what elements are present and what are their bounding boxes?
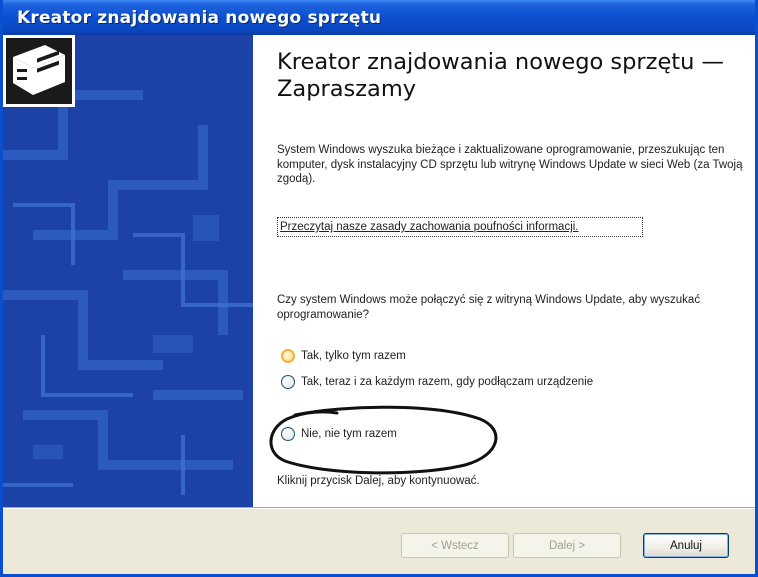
privacy-link[interactable]: Przeczytaj nasze zasady zachowania poufn… [277, 217, 643, 237]
hardware-wizard-icon [3, 35, 75, 107]
cancel-button[interactable]: Anuluj [643, 533, 729, 558]
radio-button[interactable] [281, 349, 295, 363]
option-label: Tak, tylko tym razem [301, 350, 406, 362]
update-question: Czy system Windows może połączyć się z w… [277, 294, 701, 321]
option-yes-always[interactable]: Tak, teraz i za każdym razem, gdy podłąc… [281, 375, 593, 389]
option-yes-once[interactable]: Tak, tylko tym razem [281, 349, 406, 363]
next-button[interactable]: Dalej > [513, 533, 621, 558]
wizard-content: Kreator znajdowania nowego sprzętu — Zap… [253, 35, 755, 507]
option-label: Tak, teraz i za każdym razem, gdy podłąc… [301, 376, 594, 388]
intro-text: System Windows wyszuka bieżące i zaktual… [277, 144, 743, 185]
radio-button[interactable] [281, 427, 295, 441]
continue-hint: Kliknij przycisk Dalej, aby kontynuować. [277, 475, 480, 487]
radio-button[interactable] [281, 375, 295, 389]
option-no-not-now[interactable]: Nie, nie tym razem [281, 427, 397, 441]
back-button[interactable]: < Wstecz [401, 533, 509, 558]
window-title: Kreator znajdowania nowego sprzętu [17, 8, 382, 28]
title-bar[interactable]: Kreator znajdowania nowego sprzętu [3, 0, 755, 35]
button-bar: < Wstecz Dalej > Anuluj [3, 509, 755, 574]
option-label: Nie, nie tym razem [301, 428, 397, 440]
page-title: Kreator znajdowania nowego sprzętu — Zap… [277, 49, 725, 102]
wizard-window: Kreator znajdowania nowego sprzętu Kreat… [0, 0, 758, 577]
wizard-side-panel [3, 35, 253, 507]
